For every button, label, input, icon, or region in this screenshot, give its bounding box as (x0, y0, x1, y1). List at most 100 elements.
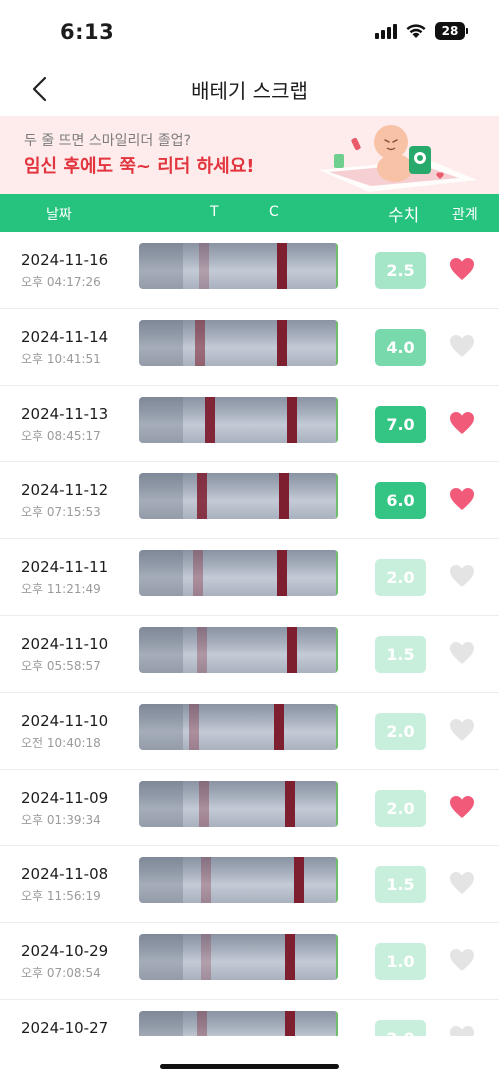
control-line (277, 550, 287, 597)
record-time: 오후 05:58:57 (21, 658, 101, 673)
heart-icon[interactable] (449, 641, 475, 665)
promo-subtitle: 두 줄 뜨면 스마일리더 졸업? (24, 133, 191, 149)
value-badge: 1.5 (375, 635, 426, 673)
record-date: 2024-11-12 (21, 481, 109, 500)
test-strip-image (139, 934, 338, 981)
heart-icon[interactable] (449, 871, 475, 895)
value-badge: 6.0 (375, 482, 426, 520)
test-strip-image (139, 243, 338, 289)
column-value: 수치 (388, 206, 420, 226)
record-time: 오후 08:45:17 (21, 428, 101, 443)
cellular-signal-icon (375, 23, 397, 39)
record-date: 2024-10-27 (21, 1018, 109, 1036)
control-line (285, 934, 295, 981)
value-badge: 1.5 (375, 866, 426, 904)
nav-bar: 배테기 스크랩 (0, 66, 499, 116)
control-line (287, 626, 297, 673)
heart-icon[interactable] (449, 411, 475, 435)
test-strip-image (139, 319, 338, 366)
heart-icon[interactable] (449, 718, 475, 742)
control-line (285, 780, 295, 827)
column-date: 날짜 (46, 207, 72, 223)
list-item[interactable]: 2024-11-09 오후 01:39:34 2.0 (0, 770, 499, 847)
value-badge: 7.0 (375, 405, 426, 443)
test-line (193, 550, 203, 597)
record-time: 오후 11:21:49 (21, 582, 101, 597)
record-date: 2024-10-29 (21, 942, 109, 961)
record-time: 오후 10:41:51 (21, 351, 101, 366)
list-item[interactable]: 2024-11-12 오후 07:15:53 6.0 (0, 462, 499, 540)
heart-icon[interactable] (449, 564, 475, 588)
record-date: 2024-11-10 (21, 634, 109, 653)
table-header: 날짜 T C 수치 관계 (0, 194, 499, 232)
test-strip-image (139, 1010, 338, 1036)
test-line (201, 934, 211, 981)
list-item[interactable]: 2024-11-10 오전 10:40:18 2.0 (0, 693, 499, 770)
record-time: 오후 07:08:54 (21, 966, 101, 981)
test-strip-image (139, 626, 338, 673)
record-date: 2024-11-10 (21, 711, 109, 730)
heart-icon[interactable] (449, 257, 475, 281)
column-relation: 관계 (452, 207, 478, 223)
record-time: 오전 10:40:18 (21, 735, 101, 750)
column-t: T (210, 204, 219, 220)
control-line (294, 857, 304, 904)
value-badge: 2.0 (375, 559, 426, 597)
record-date: 2024-11-14 (21, 327, 109, 346)
record-time: 오후 04:17:26 (21, 275, 101, 289)
column-c: C (269, 204, 279, 220)
test-strip-image (139, 703, 338, 750)
test-line (197, 1010, 207, 1036)
test-strip-image (139, 396, 338, 443)
status-icons: 28 (375, 22, 468, 40)
promo-headline: 임신 후에도 쭉~ 리더 하세요! (24, 156, 255, 177)
wifi-icon (406, 24, 426, 38)
value-badge: 2.0 (375, 789, 426, 827)
list-item[interactable]: 2024-11-13 오후 08:45:17 7.0 (0, 386, 499, 463)
value-badge: 2.5 (375, 252, 426, 289)
test-line (205, 396, 215, 443)
control-line (277, 319, 287, 366)
baby-illustration (319, 125, 477, 192)
list-item[interactable]: 2024-11-08 오후 11:56:19 1.5 (0, 846, 499, 924)
value-badge: 2.0 (375, 1019, 426, 1036)
scrap-list[interactable]: 2024-11-16 오후 04:17:26 2.5 2024-11-14 오후 10:… (0, 232, 499, 1036)
status-time: 6:13 (60, 20, 115, 44)
control-line (274, 703, 284, 750)
record-date: 2024-11-09 (21, 788, 109, 807)
status-bar: 6:13 28 (0, 0, 499, 66)
test-strip-image (139, 473, 338, 520)
control-line (277, 243, 287, 289)
record-date: 2024-11-13 (21, 404, 109, 423)
page-title: 배테기 스크랩 (191, 79, 308, 103)
promo-banner[interactable]: 두 줄 뜨면 스마일리더 졸업? 임신 후에도 쭉~ 리더 하세요! (0, 116, 499, 194)
value-badge: 1.0 (375, 943, 426, 981)
list-item[interactable]: 2024-11-10 오후 05:58:57 1.5 (0, 616, 499, 693)
list-item[interactable]: 2024-11-14 오후 10:41:51 4.0 (0, 309, 499, 386)
test-strip-image (139, 857, 338, 904)
control-line (279, 473, 289, 520)
heart-icon[interactable] (449, 334, 475, 358)
record-time: 오후 11:56:19 (21, 889, 101, 904)
home-indicator (160, 1064, 339, 1069)
test-line (197, 473, 207, 520)
test-strip-image (139, 780, 338, 827)
test-line (197, 626, 207, 673)
list-item[interactable]: 2024-11-16 오후 04:17:26 2.5 (0, 232, 499, 309)
record-time: 오후 01:39:34 (21, 812, 101, 827)
list-item[interactable]: 2024-11-11 오후 11:21:49 2.0 (0, 539, 499, 616)
test-line (199, 780, 209, 827)
heart-icon[interactable] (449, 1025, 475, 1036)
heart-icon[interactable] (449, 795, 475, 819)
list-item[interactable]: 2024-10-27 2.0 (0, 1000, 499, 1036)
test-line (199, 243, 209, 289)
test-line (195, 319, 205, 366)
list-item[interactable]: 2024-10-29 오후 07:08:54 1.0 (0, 923, 499, 1000)
control-line (287, 396, 297, 443)
test-strip-image (139, 550, 338, 597)
test-line (189, 703, 199, 750)
heart-icon[interactable] (449, 948, 475, 972)
heart-icon[interactable] (449, 487, 475, 511)
record-time: 오후 07:15:53 (21, 505, 101, 520)
value-badge: 2.0 (375, 712, 426, 750)
